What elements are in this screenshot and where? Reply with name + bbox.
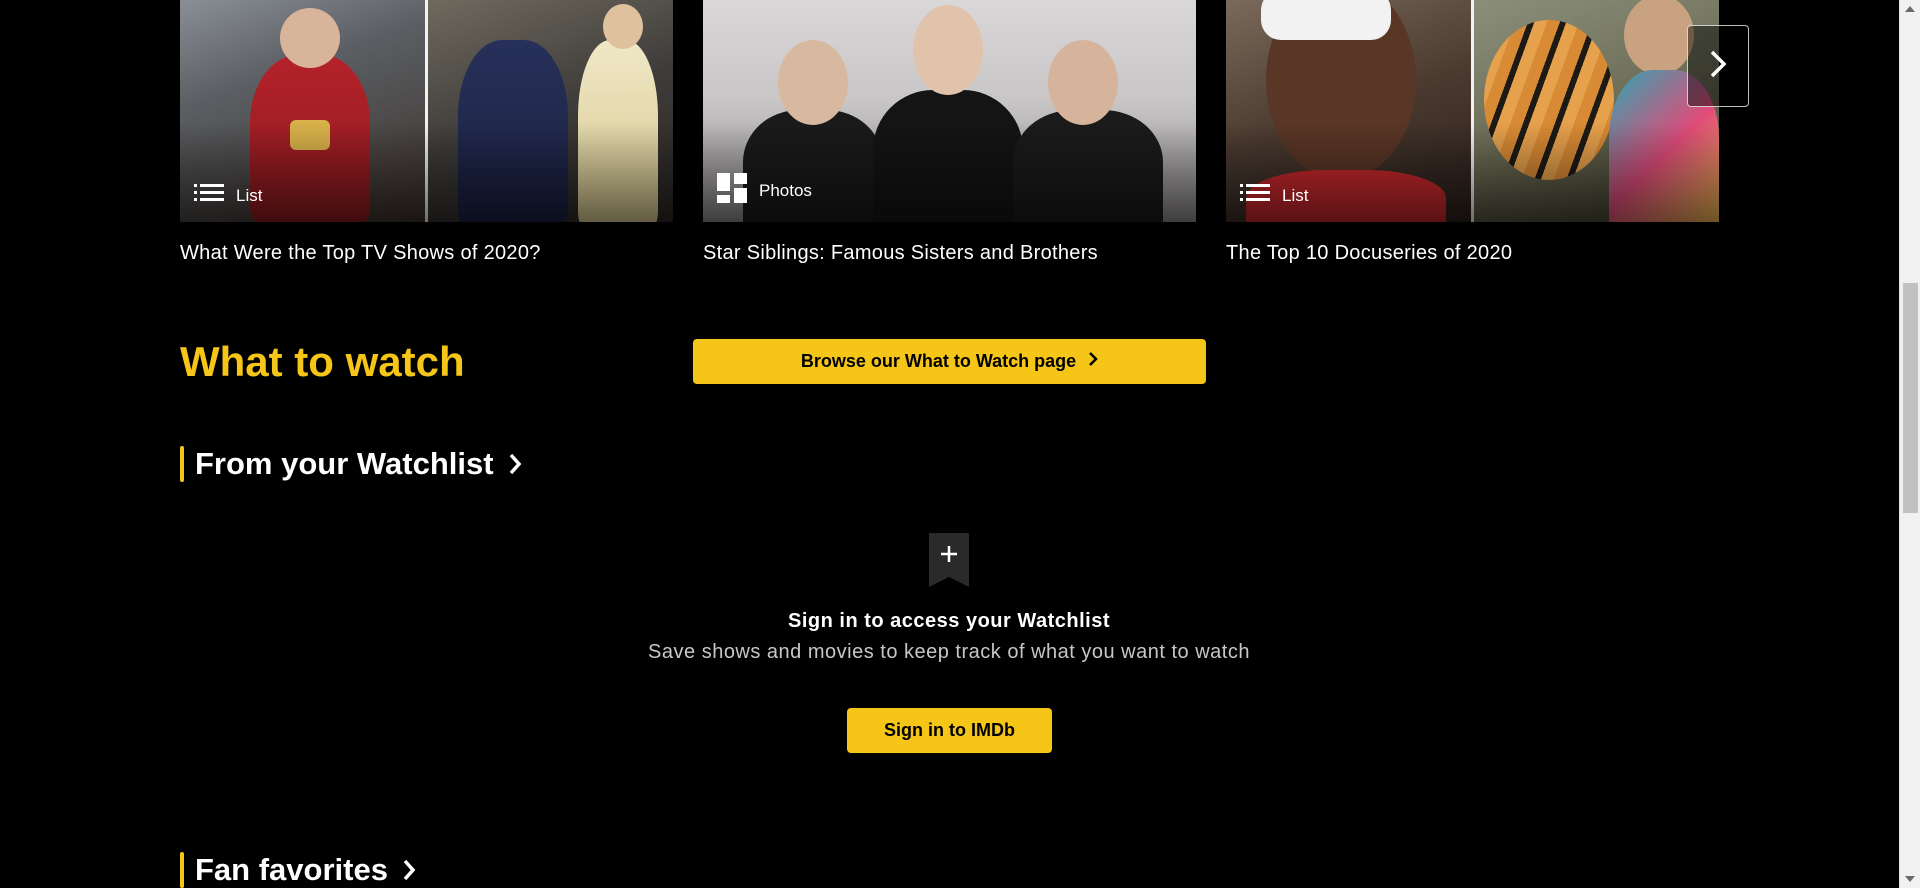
scroll-down-arrow-icon[interactable]	[1905, 876, 1915, 882]
chevron-right-icon	[508, 452, 522, 476]
chevron-right-icon	[402, 858, 416, 882]
card-title[interactable]: What Were the Top TV Shows of 2020?	[180, 241, 673, 265]
card-thumbnail[interactable]: List	[180, 0, 673, 222]
face-shape	[778, 40, 848, 125]
list-icon	[194, 183, 224, 208]
chevron-right-icon	[1708, 49, 1728, 84]
cap-shape	[1261, 0, 1391, 40]
card-badge: List	[194, 183, 262, 208]
carousel-card[interactable]: Photos Star Siblings: Famous Sisters and…	[703, 0, 1196, 265]
list-icon	[1240, 183, 1270, 208]
photos-icon	[717, 173, 747, 208]
face-shape	[603, 4, 643, 49]
watchlist-section-header[interactable]: From your Watchlist	[180, 446, 522, 482]
scroll-up-arrow-icon[interactable]	[1905, 6, 1915, 12]
badge-label: Photos	[759, 180, 812, 200]
badge-label: List	[1282, 185, 1309, 205]
carousel-card[interactable]: List The Top 10 Docuseries of 2020	[1226, 0, 1719, 265]
browse-button-label: Browse our What to Watch page	[800, 351, 1077, 371]
fan-favorites-section-header[interactable]: Fan favorites	[180, 852, 416, 888]
card-badge: List	[1240, 183, 1308, 208]
face-shape	[1048, 40, 1118, 125]
carousel-next-button[interactable]	[1687, 25, 1749, 107]
face-shape	[280, 8, 340, 68]
signin-button[interactable]: Sign in to IMDb	[847, 708, 1052, 753]
section-accent-bar	[180, 852, 184, 888]
card-thumbnail[interactable]: Photos	[703, 0, 1196, 222]
fan-favorites-header-label: Fan favorites	[195, 852, 388, 887]
watchlist-header-label: From your Watchlist	[195, 446, 494, 481]
page-scrollbar[interactable]	[1899, 0, 1920, 888]
section-accent-bar	[180, 446, 184, 482]
card-badge: Photos	[717, 173, 812, 208]
page: List What Were the Top TV Shows of 2020?	[0, 0, 1920, 888]
chevron-right-icon	[1088, 351, 1098, 372]
browse-what-to-watch-button[interactable]: Browse our What to Watch page	[693, 339, 1206, 384]
face-shape	[1624, 0, 1694, 75]
scrollbar-thumb[interactable]	[1903, 283, 1918, 513]
carousel-card[interactable]: List What Were the Top TV Shows of 2020?	[180, 0, 673, 265]
what-to-watch-heading: What to watch	[180, 338, 465, 385]
watchlist-signin-subtitle: Save shows and movies to keep track of w…	[648, 641, 1250, 663]
editorial-carousel: List What Were the Top TV Shows of 2020?	[180, 0, 1720, 270]
badge-label: List	[236, 185, 263, 205]
card-thumbnail[interactable]: List	[1226, 0, 1719, 222]
card-title[interactable]: Star Siblings: Famous Sisters and Brothe…	[703, 241, 1196, 265]
card-title[interactable]: The Top 10 Docuseries of 2020	[1226, 241, 1719, 265]
add-to-watchlist-icon[interactable]	[929, 533, 969, 587]
face-shape	[913, 5, 983, 95]
watchlist-signin-title: Sign in to access your Watchlist	[788, 610, 1110, 632]
